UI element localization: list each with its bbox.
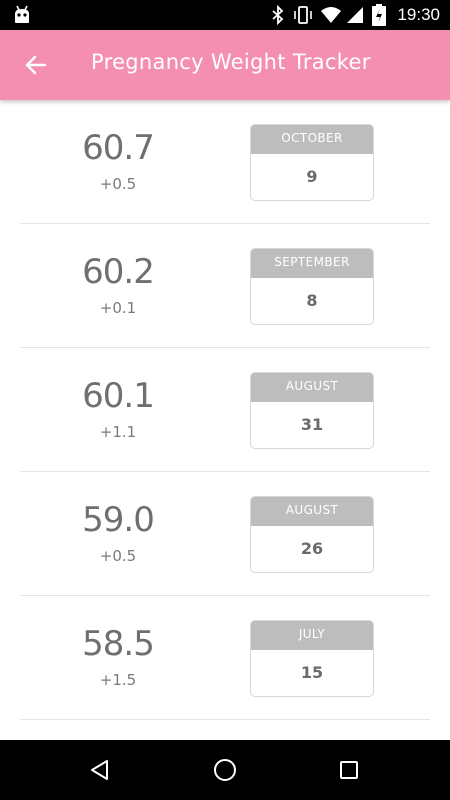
date-card: AUGUST 26 <box>250 496 374 573</box>
weight-value: 58.5 <box>82 624 155 664</box>
wifi-icon <box>321 7 341 23</box>
nav-home-button[interactable] <box>209 754 241 786</box>
status-clock: 19:30 <box>397 5 440 24</box>
vibrate-icon <box>294 6 312 24</box>
weight-value: 60.1 <box>82 376 155 416</box>
bluetooth-icon <box>272 5 284 25</box>
weight-entry[interactable]: 58.5 +1.5 JULY 15 <box>20 596 430 720</box>
weight-entry-list: 60.7 +0.5 OCTOBER 9 60.2 +0.1 SEPTEMBER … <box>0 100 450 720</box>
date-card: OCTOBER 9 <box>250 124 374 201</box>
date-month: JULY <box>251 621 373 650</box>
arrow-back-icon <box>25 55 47 75</box>
weight-entry[interactable]: 60.1 +1.1 AUGUST 31 <box>20 348 430 472</box>
date-day: 26 <box>300 539 324 558</box>
triangle-back-icon <box>91 760 108 780</box>
weight-change: +0.5 <box>99 175 137 193</box>
weight-value: 60.2 <box>82 252 155 292</box>
date-day: 8 <box>306 291 318 310</box>
weight-value: 59.0 <box>82 500 155 540</box>
date-day: 9 <box>306 167 318 186</box>
square-recents-icon <box>340 761 358 779</box>
date-month: SEPTEMBER <box>251 249 373 278</box>
date-day: 31 <box>300 415 324 434</box>
date-month: AUGUST <box>251 373 373 402</box>
battery-charging-icon <box>372 4 386 26</box>
nav-recents-button[interactable] <box>333 754 365 786</box>
date-card: JULY 15 <box>250 620 374 697</box>
cell-signal-icon <box>347 7 363 23</box>
app-bar: Pregnancy Weight Tracker <box>0 30 450 100</box>
android-notification-icon <box>15 5 29 23</box>
date-month: AUGUST <box>251 497 373 526</box>
weight-value: 60.7 <box>82 128 155 168</box>
weight-change: +1.5 <box>99 671 137 689</box>
weight-change: +1.1 <box>99 423 137 441</box>
date-card: AUGUST 31 <box>250 372 374 449</box>
weight-change: +0.5 <box>99 547 137 565</box>
weight-entry[interactable]: 60.2 +0.1 SEPTEMBER 8 <box>20 224 430 348</box>
weight-change: +0.1 <box>99 299 137 317</box>
circle-home-icon <box>214 759 236 781</box>
system-navigation-bar <box>0 740 450 800</box>
weight-entry[interactable]: 60.7 +0.5 OCTOBER 9 <box>20 100 430 224</box>
back-button[interactable] <box>16 45 56 85</box>
weight-entry[interactable]: 59.0 +0.5 AUGUST 26 <box>20 472 430 596</box>
page-title: Pregnancy Weight Tracker <box>91 50 371 74</box>
status-bar: 19:30 <box>0 0 450 30</box>
date-month: OCTOBER <box>251 125 373 154</box>
date-day: 15 <box>300 663 324 682</box>
date-card: SEPTEMBER 8 <box>250 248 374 325</box>
nav-back-button[interactable] <box>84 754 116 786</box>
